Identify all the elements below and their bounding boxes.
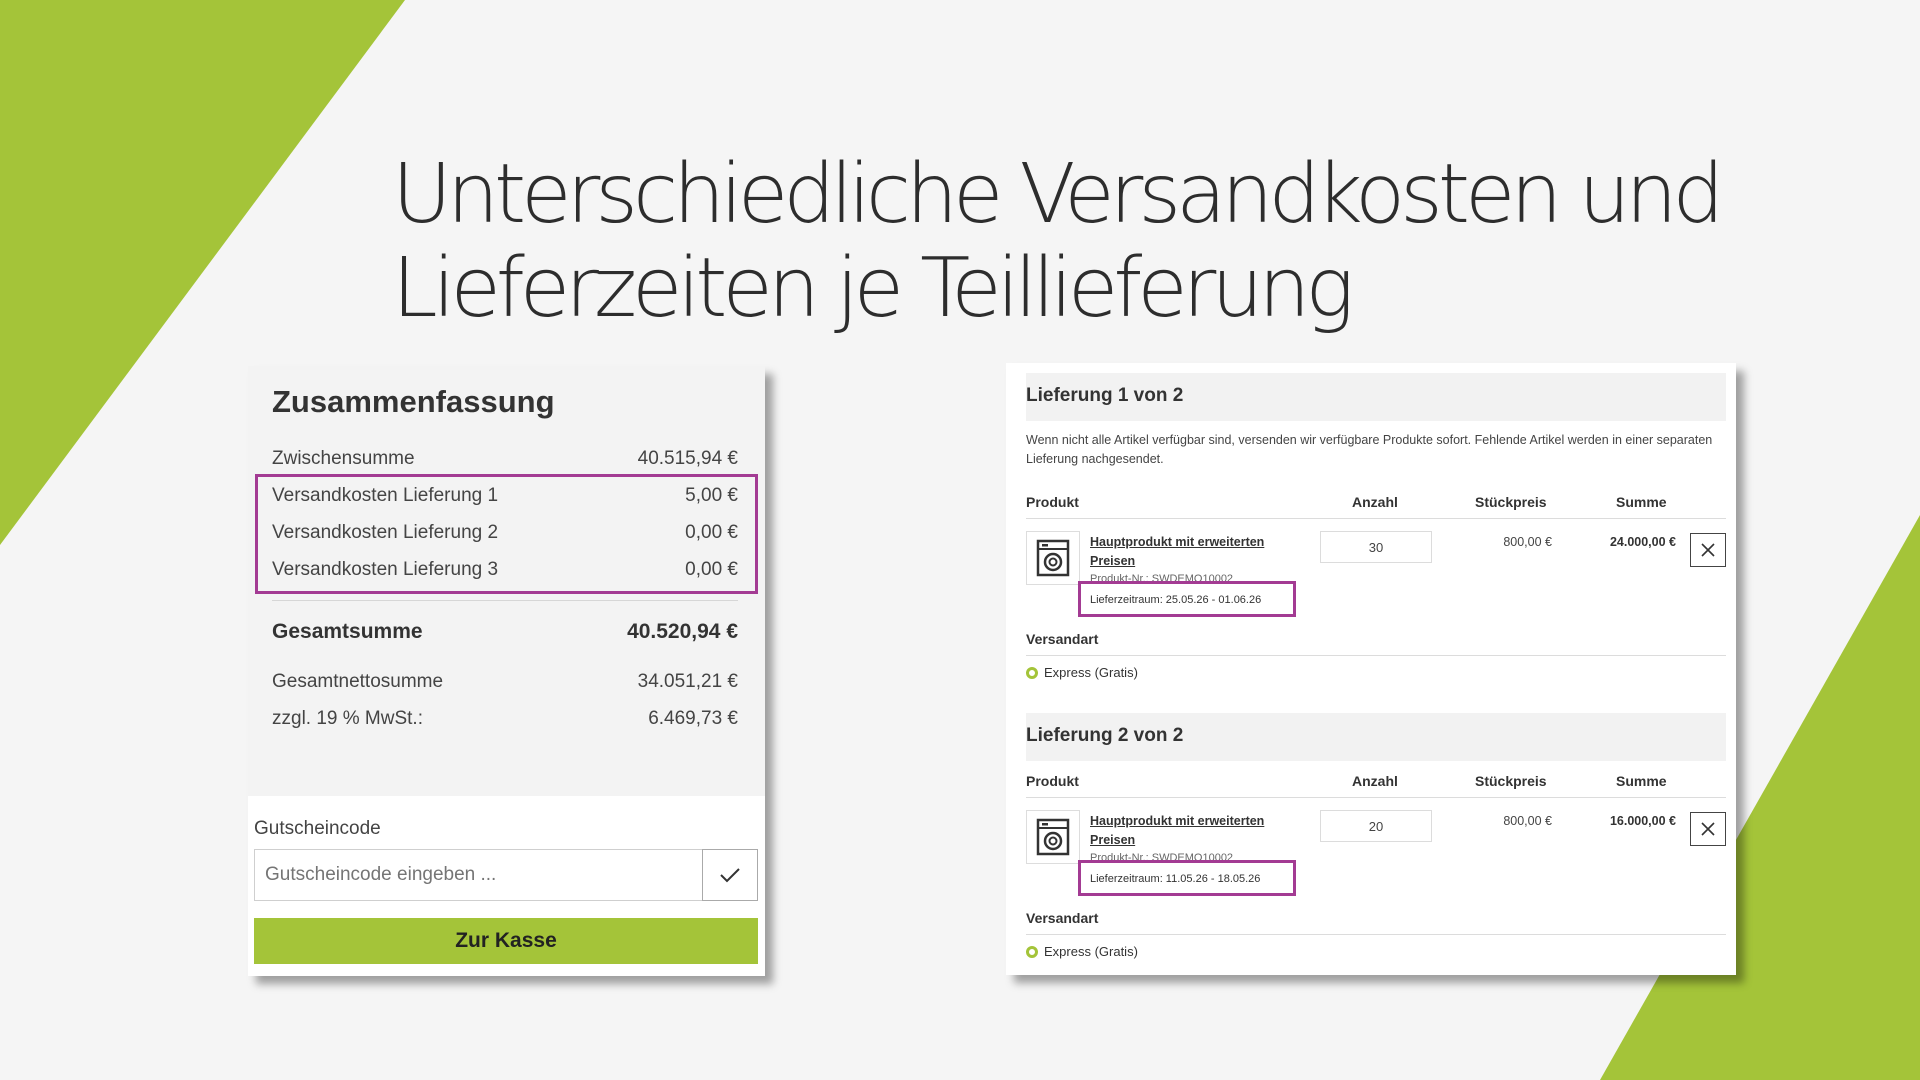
coupon-label: Gutscheincode [254, 818, 381, 839]
summary-divider [272, 600, 738, 601]
partial-delivery-note: Wenn nicht alle Artikel verfügbar sind, … [1026, 433, 1713, 466]
product-link-2[interactable]: Hauptprodukt mit erweiterten Preisen [1090, 812, 1290, 850]
summary-heading: Zusammenfassung [272, 384, 555, 419]
close-icon [1701, 822, 1715, 836]
column-sum: Summe [1616, 494, 1667, 510]
close-icon [1701, 543, 1715, 557]
quantity-input-2[interactable]: 20 [1320, 810, 1432, 842]
shipping-option-2[interactable]: Express (Gratis) [1026, 944, 1138, 959]
check-icon [720, 868, 740, 883]
header-rule [1026, 518, 1726, 519]
net-total-label: Gesamtnettosumme [272, 671, 444, 692]
shipment-1-heading: Lieferung 1 von 2 [1026, 385, 1184, 406]
summary-card: Zusammenfassung Zwischensumme 40.515,94 … [248, 366, 765, 976]
grand-total-label: Gesamtsumme [272, 620, 423, 643]
slide-title-line2: Lieferzeiten je Teillieferung [392, 241, 1355, 336]
column-qty-2: Anzahl [1352, 773, 1398, 789]
header-rule-2 [1026, 797, 1726, 798]
subtotal-label: Zwischensumme [272, 448, 415, 469]
column-unit-price-2: Stückpreis [1475, 773, 1547, 789]
subtotal-value: 40.515,94 € [637, 448, 738, 469]
shipping-option-label-2: Express (Gratis) [1044, 944, 1138, 959]
washing-machine-icon [1036, 818, 1070, 856]
quantity-input-1[interactable]: 30 [1320, 531, 1432, 563]
unit-price-1: 800,00 € [1503, 535, 1552, 549]
net-total-value: 34.051,21 € [637, 671, 738, 692]
vat-label: zzgl. 19 % MwSt.: [272, 708, 423, 729]
vat-value: 6.469,73 € [648, 708, 738, 729]
remove-item-button-1[interactable] [1690, 533, 1726, 567]
column-unit-price: Stückpreis [1475, 494, 1547, 510]
line-sum-2: 16.000,00 € [1609, 814, 1676, 828]
coupon-input[interactable] [254, 849, 705, 901]
slide-title-line1: Unterschiedliche Versandkosten und [392, 147, 1724, 242]
lead-time-highlight-2 [1078, 860, 1296, 896]
washing-machine-icon [1036, 539, 1070, 577]
shipment-2-heading: Lieferung 2 von 2 [1026, 725, 1184, 746]
column-sum-2: Summe [1616, 773, 1667, 789]
coupon-submit-button[interactable] [702, 849, 758, 901]
shipping-option-1[interactable]: Express (Gratis) [1026, 665, 1138, 680]
checkout-button[interactable]: Zur Kasse [254, 918, 758, 964]
shipping-costs-highlight [255, 474, 758, 594]
product-image-2[interactable] [1026, 810, 1080, 864]
unit-price-2: 800,00 € [1503, 814, 1552, 828]
column-product: Produkt [1026, 494, 1079, 510]
radio-selected-icon [1026, 945, 1038, 958]
shipping-rule-2 [1026, 934, 1726, 935]
shipping-rule-1 [1026, 655, 1726, 656]
lead-time-highlight-1 [1078, 581, 1296, 617]
shipping-option-label-1: Express (Gratis) [1044, 665, 1138, 680]
slide-title: Unterschiedliche Versandkosten und Liefe… [392, 148, 1792, 336]
subtotal-row: Zwischensumme 40.515,94 € [272, 448, 738, 470]
summary-panel: Zusammenfassung Zwischensumme 40.515,94 … [248, 366, 765, 796]
remove-item-button-2[interactable] [1690, 812, 1726, 846]
net-total-row: Gesamtnettosumme 34.051,21 € [272, 671, 738, 693]
vat-row: zzgl. 19 % MwSt.: 6.469,73 € [272, 708, 738, 730]
product-link-1[interactable]: Hauptprodukt mit erweiterten Preisen [1090, 533, 1290, 571]
column-qty: Anzahl [1352, 494, 1398, 510]
radio-selected-icon [1026, 666, 1038, 679]
column-product-2: Produkt [1026, 773, 1079, 789]
delivery-card: Lieferung 1 von 2 Wenn nicht alle Artike… [1006, 363, 1736, 975]
shipping-method-label-2: Versandart [1026, 910, 1099, 926]
grand-total-value: 40.520,94 € [627, 620, 738, 643]
shipping-method-label-1: Versandart [1026, 631, 1099, 647]
grand-total-row: Gesamtsumme 40.520,94 € [272, 620, 738, 644]
product-image-1[interactable] [1026, 531, 1080, 585]
line-sum-1: 24.000,00 € [1609, 535, 1676, 549]
